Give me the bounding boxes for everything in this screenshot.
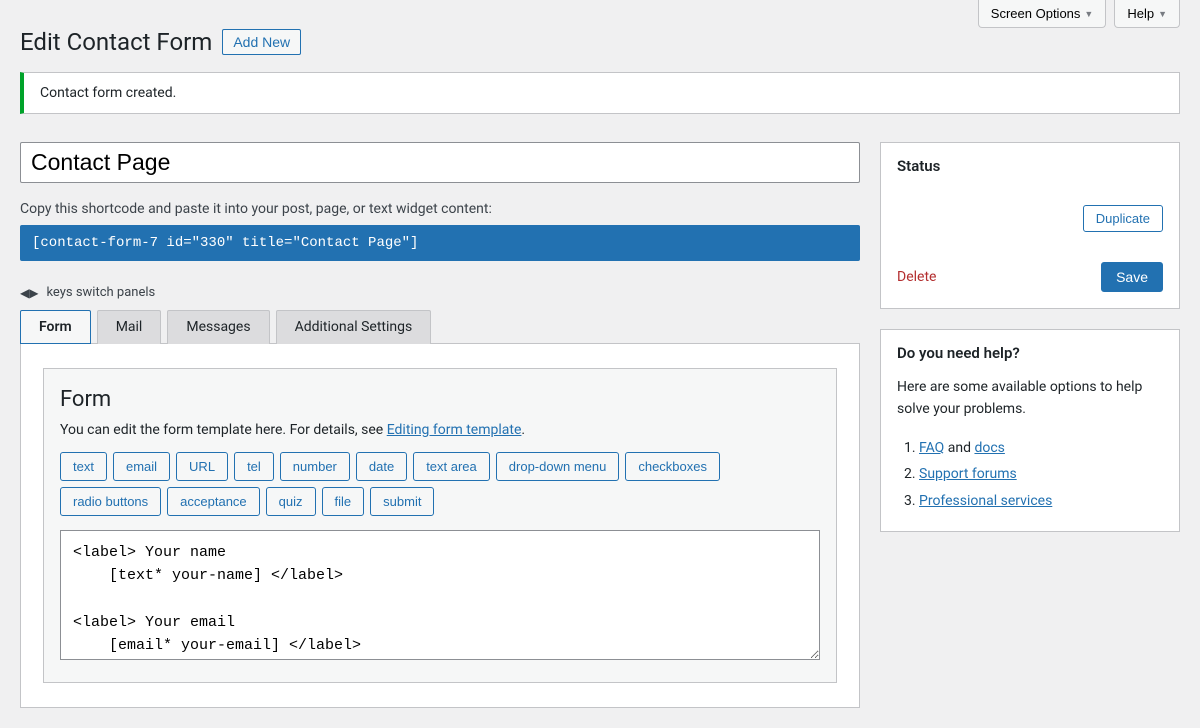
keys-hint-text: keys switch panels: [46, 285, 155, 300]
help-heading: Do you need help?: [897, 344, 1163, 362]
tab-form[interactable]: Form: [20, 310, 91, 344]
tab-messages[interactable]: Messages: [167, 310, 269, 344]
tag-tel[interactable]: tel: [234, 452, 274, 481]
shortcode-label: Copy this shortcode and paste it into yo…: [20, 201, 860, 217]
form-title-input[interactable]: [20, 142, 860, 183]
screen-options-button[interactable]: Screen Options: [978, 0, 1107, 28]
add-new-button[interactable]: Add New: [222, 29, 301, 55]
duplicate-button[interactable]: Duplicate: [1083, 205, 1163, 232]
editing-template-link[interactable]: Editing form template: [387, 422, 522, 438]
status-heading: Status: [897, 157, 1163, 175]
help-desc: Here are some available options to help …: [897, 376, 1163, 421]
tag-dropdown[interactable]: drop-down menu: [496, 452, 620, 481]
tag-textarea[interactable]: text area: [413, 452, 490, 481]
tag-number[interactable]: number: [280, 452, 350, 481]
tab-additional-settings[interactable]: Additional Settings: [276, 310, 432, 344]
delete-link[interactable]: Delete: [897, 269, 936, 285]
form-panel: Form You can edit the form template here…: [20, 343, 860, 708]
form-panel-desc: You can edit the form template here. For…: [60, 422, 820, 438]
tab-mail[interactable]: Mail: [97, 310, 162, 344]
shortcode-box[interactable]: [contact-form-7 id="330" title="Contact …: [20, 225, 860, 261]
tag-quiz[interactable]: quiz: [266, 487, 316, 516]
help-item-faq: FAQ and docs: [919, 435, 1163, 462]
help-label: Help: [1127, 6, 1154, 21]
arrow-left-right-icon: ◀▶: [20, 286, 38, 300]
save-button[interactable]: Save: [1101, 262, 1163, 292]
tag-acceptance[interactable]: acceptance: [167, 487, 260, 516]
tag-buttons: text email URL tel number date text area…: [60, 452, 820, 516]
faq-link[interactable]: FAQ: [919, 440, 944, 456]
tabs: Form Mail Messages Additional Settings: [20, 310, 860, 344]
tag-text[interactable]: text: [60, 452, 107, 481]
help-box: Do you need help? Here are some availabl…: [880, 329, 1180, 532]
success-notice: Contact form created.: [20, 72, 1180, 114]
tag-email[interactable]: email: [113, 452, 170, 481]
tag-submit[interactable]: submit: [370, 487, 434, 516]
form-template-textarea[interactable]: [60, 530, 820, 660]
forums-link[interactable]: Support forums: [919, 466, 1017, 482]
help-button[interactable]: Help: [1114, 0, 1180, 28]
docs-link[interactable]: docs: [974, 440, 1004, 456]
help-list: FAQ and docs Support forums Professional…: [897, 435, 1163, 515]
tag-radio[interactable]: radio buttons: [60, 487, 161, 516]
keys-hint: ◀▶ keys switch panels: [20, 285, 860, 300]
tag-file[interactable]: file: [322, 487, 365, 516]
status-box: Status Duplicate Delete Save: [880, 142, 1180, 309]
tag-url[interactable]: URL: [176, 452, 228, 481]
help-item-forums: Support forums: [919, 461, 1163, 488]
screen-options-label: Screen Options: [991, 6, 1081, 21]
pro-services-link[interactable]: Professional services: [919, 493, 1052, 509]
tag-date[interactable]: date: [356, 452, 407, 481]
form-panel-heading: Form: [60, 387, 820, 412]
tag-checkboxes[interactable]: checkboxes: [625, 452, 720, 481]
page-title: Edit Contact Form: [20, 28, 212, 56]
help-item-pro: Professional services: [919, 488, 1163, 515]
